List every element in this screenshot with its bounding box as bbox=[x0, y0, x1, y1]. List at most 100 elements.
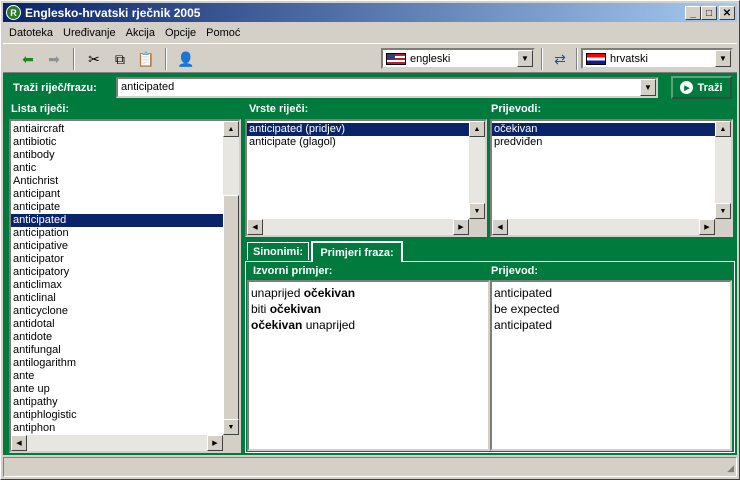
scroll-left-icon[interactable]: ◀ bbox=[11, 435, 27, 451]
scroll-left-icon[interactable]: ◀ bbox=[492, 219, 508, 235]
search-input[interactable]: anticipated ▼ bbox=[116, 77, 658, 98]
list-item[interactable]: antidote bbox=[11, 331, 223, 344]
list-item[interactable]: anticyclone bbox=[11, 305, 223, 318]
search-button[interactable]: ▶ Traži bbox=[671, 76, 732, 99]
wordlist[interactable]: antiaircraft antibiotic antibody antic Antic… bbox=[9, 119, 241, 453]
menu-akcija[interactable]: Akcija bbox=[122, 27, 159, 39]
list-item[interactable]: antic bbox=[11, 162, 223, 175]
toolbar: ⬅ ➡ ✂ ⧉ 📋 👤 engleski ▼ ⇄ hrvatski ▼ bbox=[3, 43, 737, 73]
paste-icon[interactable]: 📋 bbox=[135, 48, 157, 70]
list-item[interactable]: anticipate (glagol) bbox=[247, 136, 469, 149]
scroll-thumb[interactable] bbox=[223, 195, 239, 427]
maximize-button[interactable]: □ bbox=[701, 6, 717, 20]
resize-grip-icon[interactable]: ◢ bbox=[727, 463, 734, 474]
search-label: Traži riječ/frazu: bbox=[13, 82, 97, 94]
word-types-items: anticipated (pridjev) anticipate (glagol) bbox=[247, 123, 469, 149]
highlighted-word: očekivan bbox=[251, 318, 303, 332]
list-item[interactable]: ante up bbox=[11, 383, 223, 396]
list-item[interactable]: antidotal bbox=[11, 318, 223, 331]
list-item[interactable]: anticipate bbox=[11, 201, 223, 214]
title-bar[interactable]: R Englesko-hrvatski rječnik 2005 _ □ ✕ bbox=[3, 3, 737, 22]
wordlist-vscrollbar[interactable]: ▲ ▼ bbox=[223, 121, 239, 435]
scroll-corner bbox=[469, 219, 485, 235]
list-item[interactable]: antiphon bbox=[11, 422, 223, 435]
word-types-list[interactable]: anticipated (pridjev) anticipate (glagol)… bbox=[245, 119, 487, 237]
word-types-vscrollbar[interactable]: ▲ ▼ bbox=[469, 121, 485, 219]
example-line: biti očekivan bbox=[251, 301, 486, 317]
minimize-button[interactable]: _ bbox=[685, 6, 701, 20]
list-item[interactable]: antibody bbox=[11, 149, 223, 162]
scroll-down-icon[interactable]: ▼ bbox=[715, 203, 731, 219]
list-item[interactable]: Antichrist bbox=[11, 175, 223, 188]
chevron-down-icon[interactable]: ▼ bbox=[715, 50, 731, 67]
scroll-corner bbox=[715, 219, 731, 235]
target-language-select[interactable]: hrvatski ▼ bbox=[581, 48, 733, 69]
highlighted-word: očekivan bbox=[303, 286, 356, 300]
chevron-down-icon[interactable]: ▼ bbox=[640, 79, 656, 96]
list-item[interactable]: antipathy bbox=[11, 396, 223, 409]
scroll-up-icon[interactable]: ▲ bbox=[223, 121, 239, 137]
list-item[interactable]: anticipated bbox=[11, 214, 223, 227]
translations-vscrollbar[interactable]: ▲ ▼ bbox=[715, 121, 731, 219]
translations-label: Prijevodi: bbox=[491, 103, 542, 115]
menu-pomoc[interactable]: Pomoć bbox=[202, 27, 244, 39]
list-item[interactable]: predviđen bbox=[492, 136, 715, 149]
list-item[interactable]: anticipated (pridjev) bbox=[247, 123, 469, 136]
list-item[interactable]: antiaircraft bbox=[11, 123, 223, 136]
swap-languages-icon[interactable]: ⇄ bbox=[549, 48, 571, 70]
word-types-hscrollbar[interactable]: ◀ ▶ bbox=[247, 219, 469, 235]
back-icon[interactable]: ⬅ bbox=[17, 48, 39, 70]
list-item[interactable]: antibiotic bbox=[11, 136, 223, 149]
forward-icon[interactable]: ➡ bbox=[43, 48, 65, 70]
list-item[interactable]: anticipant bbox=[11, 188, 223, 201]
wordlist-items: antiaircraft antibiotic antibody antic Antic… bbox=[11, 123, 223, 435]
menu-uredivanje[interactable]: Uređivanje bbox=[59, 27, 120, 39]
source-examples-box[interactable]: unaprijed očekivan biti očekivan očekivan … bbox=[247, 280, 490, 451]
scroll-up-icon[interactable]: ▲ bbox=[469, 121, 485, 137]
list-item[interactable]: očekivan bbox=[492, 123, 715, 136]
user-icon[interactable]: 👤 bbox=[175, 48, 197, 70]
toolbar-separator bbox=[165, 48, 167, 70]
play-icon: ▶ bbox=[680, 81, 694, 94]
scroll-left-icon[interactable]: ◀ bbox=[247, 219, 263, 235]
scroll-down-icon[interactable]: ▼ bbox=[223, 419, 239, 435]
wordlist-label: Lista riječi: bbox=[11, 103, 70, 115]
scroll-down-icon[interactable]: ▼ bbox=[469, 203, 485, 219]
translation-line: be expected bbox=[494, 302, 560, 316]
copy-icon[interactable]: ⧉ bbox=[109, 48, 131, 70]
chevron-down-icon[interactable]: ▼ bbox=[517, 50, 533, 67]
menu-datoteka[interactable]: Datoteka bbox=[5, 27, 57, 39]
translations-hscrollbar[interactable]: ◀ ▶ bbox=[492, 219, 715, 235]
menu-opcije[interactable]: Opcije bbox=[161, 27, 200, 39]
scroll-right-icon[interactable]: ▶ bbox=[699, 219, 715, 235]
list-item[interactable]: anticipator bbox=[11, 253, 223, 266]
scroll-corner bbox=[223, 435, 239, 451]
translation-example-label: Prijevod: bbox=[491, 265, 539, 277]
source-language-select[interactable]: engleski ▼ bbox=[381, 48, 535, 69]
list-item[interactable]: anticipatory bbox=[11, 266, 223, 279]
translation-examples-box[interactable]: anticipated be expected anticipated bbox=[490, 280, 732, 451]
list-item[interactable]: anticipation bbox=[11, 227, 223, 240]
scroll-right-icon[interactable]: ▶ bbox=[207, 435, 223, 451]
tab-synonyms[interactable]: Sinonimi: bbox=[247, 242, 309, 260]
search-button-label: Traži bbox=[697, 81, 723, 94]
close-button[interactable]: ✕ bbox=[719, 6, 735, 20]
main-panel: Traži riječ/frazu: anticipated ▼ ▶ Traži… bbox=[3, 73, 737, 455]
translation-line: anticipated bbox=[494, 318, 553, 332]
list-item[interactable]: antilogarithm bbox=[11, 357, 223, 370]
list-item[interactable]: anticlimax bbox=[11, 279, 223, 292]
tab-phrase-examples[interactable]: Primjeri fraza: bbox=[311, 241, 403, 262]
status-bar: ◢ bbox=[3, 457, 737, 477]
translations-list[interactable]: očekivan predviđen ▲ ▼ ◀ ▶ bbox=[490, 119, 733, 237]
list-item[interactable]: anticipative bbox=[11, 240, 223, 253]
app-window: R Englesko-hrvatski rječnik 2005 _ □ ✕ D… bbox=[0, 0, 740, 480]
list-item[interactable]: anticlinal bbox=[11, 292, 223, 305]
wordlist-hscrollbar[interactable]: ◀ ▶ bbox=[11, 435, 223, 451]
list-item[interactable]: antiphlogistic bbox=[11, 409, 223, 422]
list-item[interactable]: antifungal bbox=[11, 344, 223, 357]
list-item[interactable]: ante bbox=[11, 370, 223, 383]
scroll-right-icon[interactable]: ▶ bbox=[453, 219, 469, 235]
cut-icon[interactable]: ✂ bbox=[83, 48, 105, 70]
source-example-label: Izvorni primjer: bbox=[253, 265, 333, 277]
scroll-up-icon[interactable]: ▲ bbox=[715, 121, 731, 137]
